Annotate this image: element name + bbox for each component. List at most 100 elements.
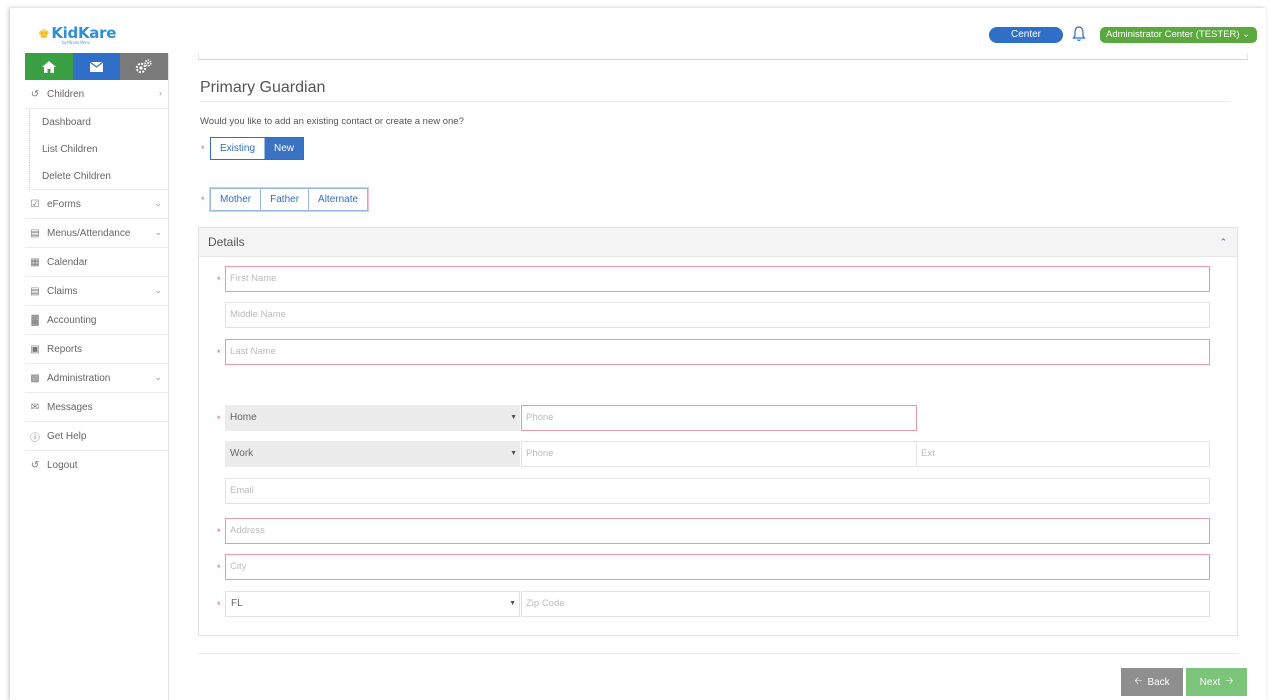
form-check-icon: ☑ bbox=[30, 198, 40, 210]
home-icon bbox=[41, 60, 56, 73]
required-asterisk: * bbox=[217, 527, 221, 537]
top-bar: ♚ KidKare by Minute Menu Center Administr… bbox=[10, 8, 1266, 54]
sidebar-item-label: Children bbox=[47, 88, 85, 100]
phone-field-1[interactable]: Phone bbox=[521, 405, 917, 431]
phone-type-select-2[interactable]: Work ▼ bbox=[225, 441, 520, 467]
administration-icon: ▩ bbox=[30, 372, 40, 384]
details-panel-header[interactable]: Details ⌃ bbox=[199, 228, 1237, 257]
sidebar-subitem-list-children[interactable]: List Children bbox=[29, 136, 168, 163]
sidebar-item-label: Calendar bbox=[47, 256, 88, 268]
new-contact-button[interactable]: New bbox=[265, 138, 304, 159]
chevron-down-icon: ⌄ bbox=[1242, 29, 1251, 40]
required-asterisk: * bbox=[201, 144, 205, 154]
phone-ext-field[interactable]: Ext bbox=[916, 441, 1210, 467]
sidebar-subitem-delete-children[interactable]: Delete Children bbox=[29, 163, 168, 190]
existing-contact-button[interactable]: Existing bbox=[211, 138, 266, 159]
sidebar-item-label: eForms bbox=[47, 198, 81, 210]
settings-button[interactable] bbox=[120, 53, 169, 80]
help-icon: ⓘ bbox=[30, 432, 40, 444]
next-button[interactable]: Next 🡢 bbox=[1186, 668, 1247, 696]
city-field[interactable]: City bbox=[225, 554, 1210, 580]
reports-icon: ▣ bbox=[30, 343, 40, 355]
required-asterisk: * bbox=[217, 414, 221, 424]
state-value: FL bbox=[231, 598, 243, 609]
details-panel: Details ⌃ * First Name Middle Name * Las… bbox=[198, 227, 1238, 636]
relationship-alternate-button[interactable]: Alternate bbox=[309, 189, 368, 210]
chevron-down-icon: ⌄ bbox=[154, 227, 162, 237]
title-divider bbox=[200, 101, 1230, 102]
middle-name-field[interactable]: Middle Name bbox=[225, 302, 1210, 328]
details-heading: Details bbox=[208, 235, 245, 249]
sidebar-item-label: Messages bbox=[47, 401, 93, 413]
required-asterisk: * bbox=[217, 600, 221, 610]
sidebar-item-label: Claims bbox=[47, 285, 78, 297]
previous-section-edge bbox=[198, 53, 1248, 60]
gears-icon bbox=[135, 58, 152, 73]
mail-icon bbox=[90, 61, 103, 72]
main-content: Primary Guardian Would you like to add a… bbox=[198, 53, 1248, 700]
sidebar-item-label: Get Help bbox=[47, 430, 87, 442]
chevron-down-icon: ⌄ bbox=[154, 285, 162, 295]
arrow-right-icon: 🡢 bbox=[1225, 675, 1234, 687]
email-field[interactable]: Email bbox=[225, 478, 1210, 504]
zip-code-field[interactable]: Zip Code bbox=[521, 591, 1210, 617]
sidebar-item-menus-attendance[interactable]: ▤ Menus/Attendance ⌄ bbox=[25, 219, 168, 248]
logo-mark-icon: ♚ bbox=[38, 27, 50, 42]
sidebar-item-label: Administration bbox=[47, 372, 111, 384]
first-name-field[interactable]: First Name bbox=[225, 266, 1210, 292]
sidebar-item-claims[interactable]: ▤ Claims ⌄ bbox=[25, 277, 168, 306]
sidebar-item-label: Reports bbox=[47, 343, 83, 355]
bell-icon[interactable] bbox=[1072, 25, 1086, 43]
sidebar-icon-row bbox=[25, 53, 169, 80]
footer-divider bbox=[198, 653, 1238, 654]
contact-mode-toggle: Existing New bbox=[210, 137, 305, 160]
next-label: Next bbox=[1199, 676, 1221, 688]
back-button[interactable]: 🡠 Back bbox=[1121, 668, 1183, 696]
sidebar-item-get-help[interactable]: ⓘ Get Help bbox=[25, 422, 168, 451]
state-select[interactable]: FL ▼ bbox=[225, 591, 520, 617]
chevron-down-icon: ⌄ bbox=[154, 372, 162, 382]
contact-mode-question: Would you like to add an existing contac… bbox=[200, 116, 464, 127]
phone-field-2[interactable]: Phone bbox=[521, 441, 917, 467]
caret-down-icon: ▼ bbox=[510, 450, 517, 457]
home-button[interactable] bbox=[25, 53, 73, 80]
claims-icon: ▤ bbox=[30, 285, 40, 297]
sidebar-item-eforms[interactable]: ☑ eForms ⌄ bbox=[25, 190, 168, 219]
messages-icon: ✉ bbox=[30, 401, 40, 413]
sidebar-item-messages[interactable]: ✉ Messages bbox=[25, 393, 168, 422]
relationship-mother-button[interactable]: Mother bbox=[211, 189, 262, 210]
caret-down-icon: ▼ bbox=[510, 414, 517, 421]
address-field[interactable]: Address bbox=[225, 518, 1210, 544]
relationship-toggle: Mother Father Alternate bbox=[210, 188, 369, 211]
app-window: ♚ KidKare by Minute Menu Center Administr… bbox=[10, 8, 1266, 700]
sidebar-item-calendar[interactable]: ▦ Calendar bbox=[25, 248, 168, 277]
last-name-field[interactable]: Last Name bbox=[225, 339, 1210, 365]
sidebar-item-administration[interactable]: ▩ Administration ⌄ bbox=[25, 364, 168, 393]
sidebar-item-logout[interactable]: ↺ Logout bbox=[25, 451, 168, 480]
sidebar-item-accounting[interactable]: ▓ Accounting bbox=[25, 306, 168, 335]
chevron-up-icon[interactable]: ⌃ bbox=[1219, 237, 1227, 248]
page-title: Primary Guardian bbox=[200, 79, 326, 96]
chevron-right-icon: › bbox=[159, 88, 162, 98]
phone-type-select-1[interactable]: Home ▼ bbox=[225, 405, 520, 431]
user-menu-label: Administrator Center (TESTER) bbox=[1106, 29, 1240, 40]
center-button[interactable]: Center bbox=[989, 27, 1063, 43]
sidebar-item-label: Logout bbox=[47, 460, 78, 471]
required-asterisk: * bbox=[217, 563, 221, 573]
sidebar-item-label: Accounting bbox=[47, 314, 97, 326]
sidebar: ↺ Children › Dashboard List Children Del… bbox=[25, 53, 169, 700]
required-asterisk: * bbox=[201, 195, 205, 205]
user-menu-button[interactable]: Administrator Center (TESTER) ⌄ bbox=[1100, 27, 1257, 43]
logo-byline: by Minute Menu bbox=[62, 40, 90, 45]
phone-type-value: Work bbox=[230, 448, 254, 459]
phone-type-value: Home bbox=[230, 412, 257, 423]
kidkare-logo[interactable]: ♚ KidKare by Minute Menu bbox=[38, 24, 116, 45]
required-asterisk: * bbox=[217, 348, 221, 358]
relationship-father-button[interactable]: Father bbox=[261, 189, 310, 210]
logout-icon: ↺ bbox=[30, 460, 40, 471]
mail-button[interactable] bbox=[72, 53, 121, 80]
sidebar-item-children[interactable]: ↺ Children › bbox=[25, 80, 168, 109]
required-asterisk: * bbox=[217, 275, 221, 285]
sidebar-subitem-dashboard[interactable]: Dashboard bbox=[29, 109, 168, 136]
sidebar-item-reports[interactable]: ▣ Reports bbox=[25, 335, 168, 364]
